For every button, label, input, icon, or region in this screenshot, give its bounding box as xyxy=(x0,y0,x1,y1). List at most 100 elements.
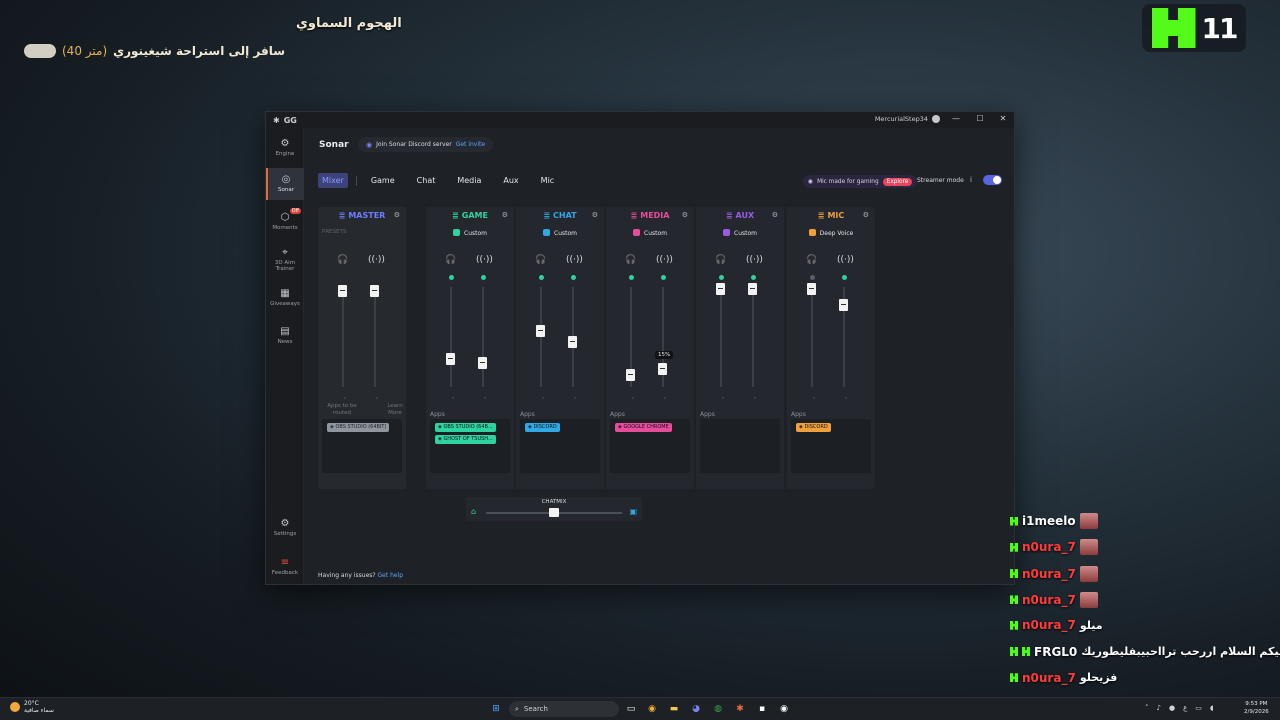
user-account[interactable]: MercurialStep34 xyxy=(875,115,940,123)
mute-icon[interactable]: ◦ xyxy=(750,395,760,402)
volume-slider-handle[interactable] xyxy=(716,283,725,295)
mute-icon[interactable]: ◦ xyxy=(480,395,490,402)
app-icon[interactable]: ▪ xyxy=(755,702,769,716)
volume-slider-handle[interactable] xyxy=(446,353,455,365)
volume-slider-track[interactable] xyxy=(720,287,722,387)
weather-widget[interactable]: 20°C سماء صافية xyxy=(10,700,54,714)
volume-icon[interactable]: ◖ xyxy=(1210,704,1214,712)
gear-icon[interactable]: ⚙ xyxy=(682,211,688,219)
minimize-button[interactable]: — xyxy=(946,114,966,123)
preset-selector[interactable]: Custom xyxy=(516,229,604,237)
sidebar-item-label: Sonar xyxy=(278,187,294,193)
volume-slider-track[interactable] xyxy=(811,287,813,387)
sidebar-item-feedback[interactable]: ≡ Feedback xyxy=(266,557,304,583)
volume-slider-handle[interactable] xyxy=(748,283,757,295)
app-chip[interactable]: ◈ DISCORD xyxy=(525,423,560,432)
volume-slider-track[interactable] xyxy=(342,287,344,387)
app-chip[interactable]: ◈ OBS STUDIO (64B... xyxy=(435,423,496,432)
chrome-icon[interactable]: ◉ xyxy=(645,702,659,716)
sidebar-item-3d-aim-trainer[interactable]: ⌖ 3D Aim Trainer xyxy=(266,247,304,277)
channel-name: CHAT xyxy=(553,211,577,220)
volume-slider-handle[interactable] xyxy=(626,369,635,381)
mic-tray-icon[interactable]: ● xyxy=(1169,704,1175,712)
maximize-button[interactable]: ☐ xyxy=(970,114,990,123)
gear-icon[interactable]: ⚙ xyxy=(592,211,598,219)
chatmix-slider-handle[interactable] xyxy=(549,508,559,517)
volume-slider-handle[interactable] xyxy=(478,357,487,369)
volume-slider-track[interactable] xyxy=(374,287,376,387)
tab-chat[interactable]: Chat xyxy=(417,173,436,188)
volume-slider-track[interactable] xyxy=(752,287,754,387)
browser-icon[interactable]: ◍ xyxy=(711,702,725,716)
mute-icon[interactable]: ◦ xyxy=(628,395,638,402)
gear-icon[interactable]: ⚙ xyxy=(863,211,869,219)
get-help-link[interactable]: Get help xyxy=(378,572,404,579)
mute-icon[interactable]: ◦ xyxy=(448,395,458,402)
volume-slider-handle[interactable] xyxy=(370,285,379,297)
info-icon[interactable]: i xyxy=(970,176,972,184)
mic-icon: ◉ xyxy=(808,178,814,185)
tab-mixer[interactable]: Mixer xyxy=(318,173,348,188)
taskbar-search[interactable]: ⌕ Search xyxy=(509,701,619,717)
volume-slider-handle[interactable] xyxy=(658,363,667,375)
gear-icon[interactable]: ⚙ xyxy=(772,211,778,219)
language-indicator[interactable]: ع xyxy=(1183,704,1187,712)
get-invite-link[interactable]: Get invite xyxy=(456,141,485,148)
volume-slider-handle[interactable] xyxy=(536,325,545,337)
app-chip[interactable]: ◈ OBS STUDIO (64BIT) xyxy=(327,423,390,432)
gear-icon[interactable]: ⚙ xyxy=(394,211,400,219)
preset-selector[interactable]: Deep Voice xyxy=(787,229,875,237)
preset-selector[interactable]: Custom xyxy=(426,229,514,237)
feedback-icon: ≡ xyxy=(280,557,290,568)
volume-slider-track[interactable] xyxy=(482,287,484,387)
speaker-icon[interactable]: ♪ xyxy=(1157,704,1161,712)
clock[interactable]: 9:53 PM 2/9/2026 xyxy=(1244,700,1269,716)
learn-more-link[interactable]: Learn More xyxy=(384,403,406,417)
explore-button[interactable]: Explore xyxy=(882,177,913,186)
gear-icon[interactable]: ⚙ xyxy=(502,211,508,219)
start-icon[interactable]: ⊞ xyxy=(489,702,503,716)
sidebar-item-settings[interactable]: ⚙ Settings xyxy=(266,518,304,544)
mute-icon[interactable]: ◦ xyxy=(660,395,670,402)
preset-selector[interactable]: Custom xyxy=(696,229,784,237)
close-button[interactable]: ✕ xyxy=(993,114,1013,123)
mute-icon[interactable]: ◦ xyxy=(538,395,548,402)
sidebar-item-engine[interactable]: ⚙ Engine xyxy=(266,138,304,164)
app-chip[interactable]: ◈ GHOST OF TSUSH... xyxy=(435,435,496,444)
tab-game[interactable]: Game xyxy=(371,173,395,188)
sidebar-item-sonar[interactable]: ◎ Sonar xyxy=(266,168,304,200)
mute-icon[interactable]: ◦ xyxy=(372,395,382,402)
steelseries-gg-taskbar-icon[interactable]: ✱ xyxy=(733,702,747,716)
discord-taskbar-icon[interactable]: ◕ xyxy=(689,702,703,716)
volume-slider-handle[interactable] xyxy=(839,299,848,311)
mute-icon[interactable]: ◦ xyxy=(718,395,728,402)
app-chip[interactable]: ◈ GOOGLE CHROME xyxy=(615,423,672,432)
tab-media[interactable]: Media xyxy=(457,173,481,188)
mute-icon[interactable]: ◦ xyxy=(841,395,851,402)
volume-slider-handle[interactable] xyxy=(568,336,577,348)
streamer-mode-toggle[interactable] xyxy=(983,175,1002,185)
steam-icon[interactable]: ◉ xyxy=(777,702,791,716)
volume-slider-track[interactable] xyxy=(540,287,542,387)
volume-slider-handle[interactable] xyxy=(338,285,347,297)
sidebar-item-moments[interactable]: Off ⬡ Moments xyxy=(266,208,304,238)
steelseries-gg-window: ✱ GG MercurialStep34 — ☐ ✕ ⚙ Engine ◎ Sonar… xyxy=(265,111,1015,585)
discord-banner[interactable]: ◉ Join Sonar Discord server Get invite xyxy=(358,137,494,152)
file-explorer-icon[interactable]: ▬ xyxy=(667,702,681,716)
sidebar-item-giveaways[interactable]: ▦ Giveaways xyxy=(266,288,304,314)
mute-icon[interactable]: ◦ xyxy=(809,395,819,402)
chat-message: FRGL0 وعليكم السلام اررحب ترااحبيبفليطوري… xyxy=(1010,645,1280,659)
tab-mic[interactable]: Mic xyxy=(541,173,555,188)
tab-aux[interactable]: Aux xyxy=(503,173,518,188)
chevron-up-icon[interactable]: ˄ xyxy=(1145,704,1149,712)
mic-promo-banner[interactable]: ◉ Mic made for gaming Explore xyxy=(803,175,918,188)
preset-selector[interactable]: Custom xyxy=(606,229,694,237)
sidebar-item-news[interactable]: ▤ News xyxy=(266,326,304,352)
network-icon[interactable]: ▭ xyxy=(1195,704,1202,712)
mute-icon[interactable]: ◦ xyxy=(570,395,580,402)
volume-slider-track[interactable] xyxy=(450,287,452,387)
mute-icon[interactable]: ◦ xyxy=(340,395,350,402)
volume-slider-handle[interactable] xyxy=(807,283,816,295)
app-chip[interactable]: ◈ DISCORD xyxy=(796,423,831,432)
task-view-icon[interactable]: ▭ xyxy=(624,702,638,716)
